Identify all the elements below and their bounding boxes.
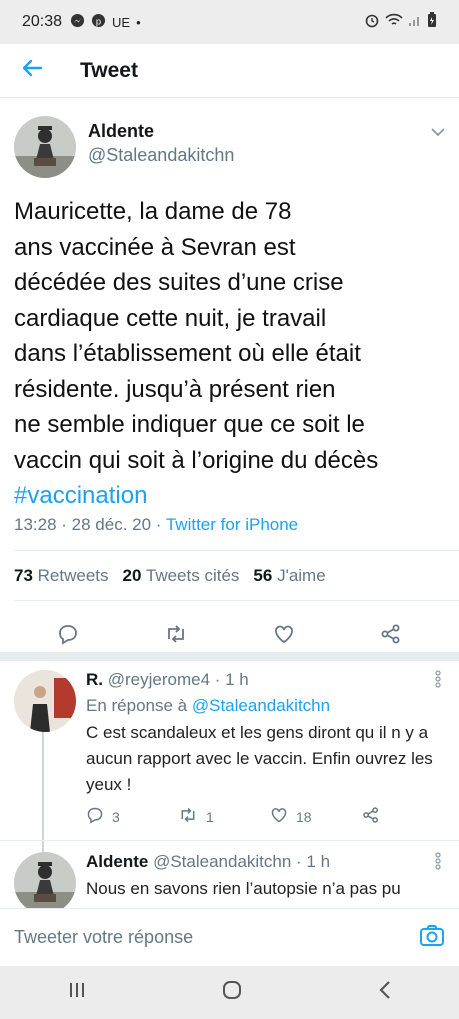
tweet-text: Mauricette, la dame de 78 ans vaccinée à… — [14, 194, 454, 514]
likes-stat[interactable]: 56 J'aime — [253, 566, 325, 586]
app-bar: Tweet — [0, 44, 459, 98]
divider — [14, 550, 459, 551]
retweet-button[interactable] — [164, 623, 188, 650]
quotes-stat[interactable]: 20 Tweets cités — [123, 566, 240, 586]
tweet-line: dans l’établissement où elle était — [14, 340, 361, 367]
back-icon — [378, 981, 392, 1004]
share-button[interactable] — [380, 623, 402, 650]
hashtag-link[interactable]: #vaccination — [14, 478, 454, 514]
status-time: 20:38 — [22, 13, 63, 30]
retweet-icon — [178, 806, 198, 827]
chevron-down-icon — [431, 124, 445, 141]
reply-retweet-button[interactable]: 1 — [178, 806, 270, 827]
camera-button[interactable] — [419, 923, 445, 952]
page-title: Tweet — [80, 58, 138, 82]
tweet-timestamp: 13:28 · 28 déc. 20 · — [14, 515, 166, 534]
reply-avatar[interactable] — [14, 852, 76, 908]
back-arrow-icon — [21, 58, 43, 83]
pinterest-icon: p — [91, 13, 106, 31]
share-icon — [362, 806, 380, 827]
status-bar: 20:38 p UE • — [0, 0, 459, 44]
tweet-menu-button[interactable] — [431, 124, 445, 142]
tweet-line: ne semble indiquer que ce soit le — [14, 411, 365, 438]
author-handle[interactable]: @Staleandakitchn — [88, 142, 234, 168]
reply-avatar[interactable] — [14, 670, 76, 732]
author-avatar[interactable] — [14, 116, 76, 178]
more-vertical-icon — [435, 852, 441, 874]
divider — [14, 600, 459, 601]
reply-compose-bar[interactable]: Tweeter votre réponse — [0, 908, 459, 966]
like-button[interactable] — [273, 623, 295, 650]
system-back-button[interactable] — [378, 980, 392, 1005]
signal-icon — [408, 13, 422, 32]
reply-button[interactable] — [57, 623, 79, 650]
divider — [0, 840, 459, 841]
reply-menu-button[interactable] — [435, 852, 441, 875]
retweets-stat[interactable]: 73 Retweets — [14, 566, 109, 586]
tweet-detail: Aldente @Staleandakitchn Mauricette, la … — [0, 98, 459, 908]
reply-handle-time[interactable]: @reyjerome4 · 1 h — [108, 670, 249, 689]
reply-icon — [57, 624, 79, 649]
recents-icon — [67, 983, 87, 1003]
home-icon — [221, 981, 243, 1005]
tweet-meta: 13:28 · 28 déc. 20 · Twitter for iPhone — [14, 515, 298, 535]
in-reply-to-label: En réponse à — [86, 696, 192, 715]
tweet-line: Mauricette, la dame de 78 — [14, 198, 292, 225]
alarm-icon — [364, 12, 380, 33]
wifi-icon — [385, 13, 403, 32]
reply-reply-button[interactable]: 3 — [86, 806, 178, 827]
messenger-icon — [70, 13, 85, 31]
in-reply-to-handle[interactable]: @Staleandakitchn — [192, 696, 330, 715]
tweet-line: décédée des suites d’une crise — [14, 269, 344, 296]
author-name[interactable]: Aldente — [88, 120, 234, 142]
notification-label: UE — [112, 14, 131, 30]
reply-handle-time[interactable]: @Staleandakitchn · 1 h — [153, 852, 330, 871]
reply-author[interactable]: R. — [86, 670, 103, 689]
tweet-line: vaccin qui soit à l’origine du décès — [14, 446, 379, 474]
back-button[interactable] — [0, 44, 64, 98]
more-vertical-icon — [435, 670, 441, 692]
battery-icon — [427, 11, 437, 33]
reply-share-button[interactable] — [362, 806, 454, 827]
reply-item[interactable]: Aldente @Staleandakitchn · 1 h Nous en s… — [86, 850, 436, 908]
tweet-line: ans vaccinée à Sevran est — [14, 233, 296, 261]
reply-like-button[interactable]: 18 — [270, 806, 362, 827]
section-separator — [0, 652, 459, 661]
reply-item[interactable]: R. @reyjerome4 · 1 h En réponse à @Stale… — [86, 668, 436, 798]
tweet-line: cardiaque cette nuit, je travail — [14, 304, 327, 332]
tweet-stats: 73 Retweets 20 Tweets cités 56 J'aime — [14, 566, 326, 586]
reply-menu-button[interactable] — [435, 670, 441, 693]
notification-dot: • — [136, 14, 141, 30]
like-count: 18 — [296, 808, 312, 825]
reply-text: Nous en savons rien l’autopsie n’a pas p… — [86, 879, 401, 908]
retweet-icon — [164, 624, 188, 649]
reply-author[interactable]: Aldente — [86, 852, 148, 871]
like-icon — [273, 625, 295, 649]
reply-input[interactable]: Tweeter votre réponse — [14, 927, 193, 948]
system-nav-bar — [0, 966, 459, 1019]
like-icon — [270, 806, 288, 827]
thread-line — [42, 732, 44, 852]
home-button[interactable] — [221, 979, 243, 1006]
share-icon — [380, 624, 402, 649]
retweet-count: 1 — [206, 808, 214, 825]
reply-actions: 3 1 18 — [86, 806, 454, 827]
recents-button[interactable] — [67, 981, 87, 1004]
reply-text: C est scandaleux et les gens diront qu i… — [86, 723, 433, 794]
reply-count: 3 — [112, 808, 120, 825]
camera-icon — [419, 925, 445, 951]
tweet-source-link[interactable]: Twitter for iPhone — [166, 515, 298, 534]
tweet-line: résidente. jusqu’à présent rien — [14, 375, 336, 403]
reply-icon — [86, 806, 104, 827]
svg-text:p: p — [96, 16, 101, 26]
